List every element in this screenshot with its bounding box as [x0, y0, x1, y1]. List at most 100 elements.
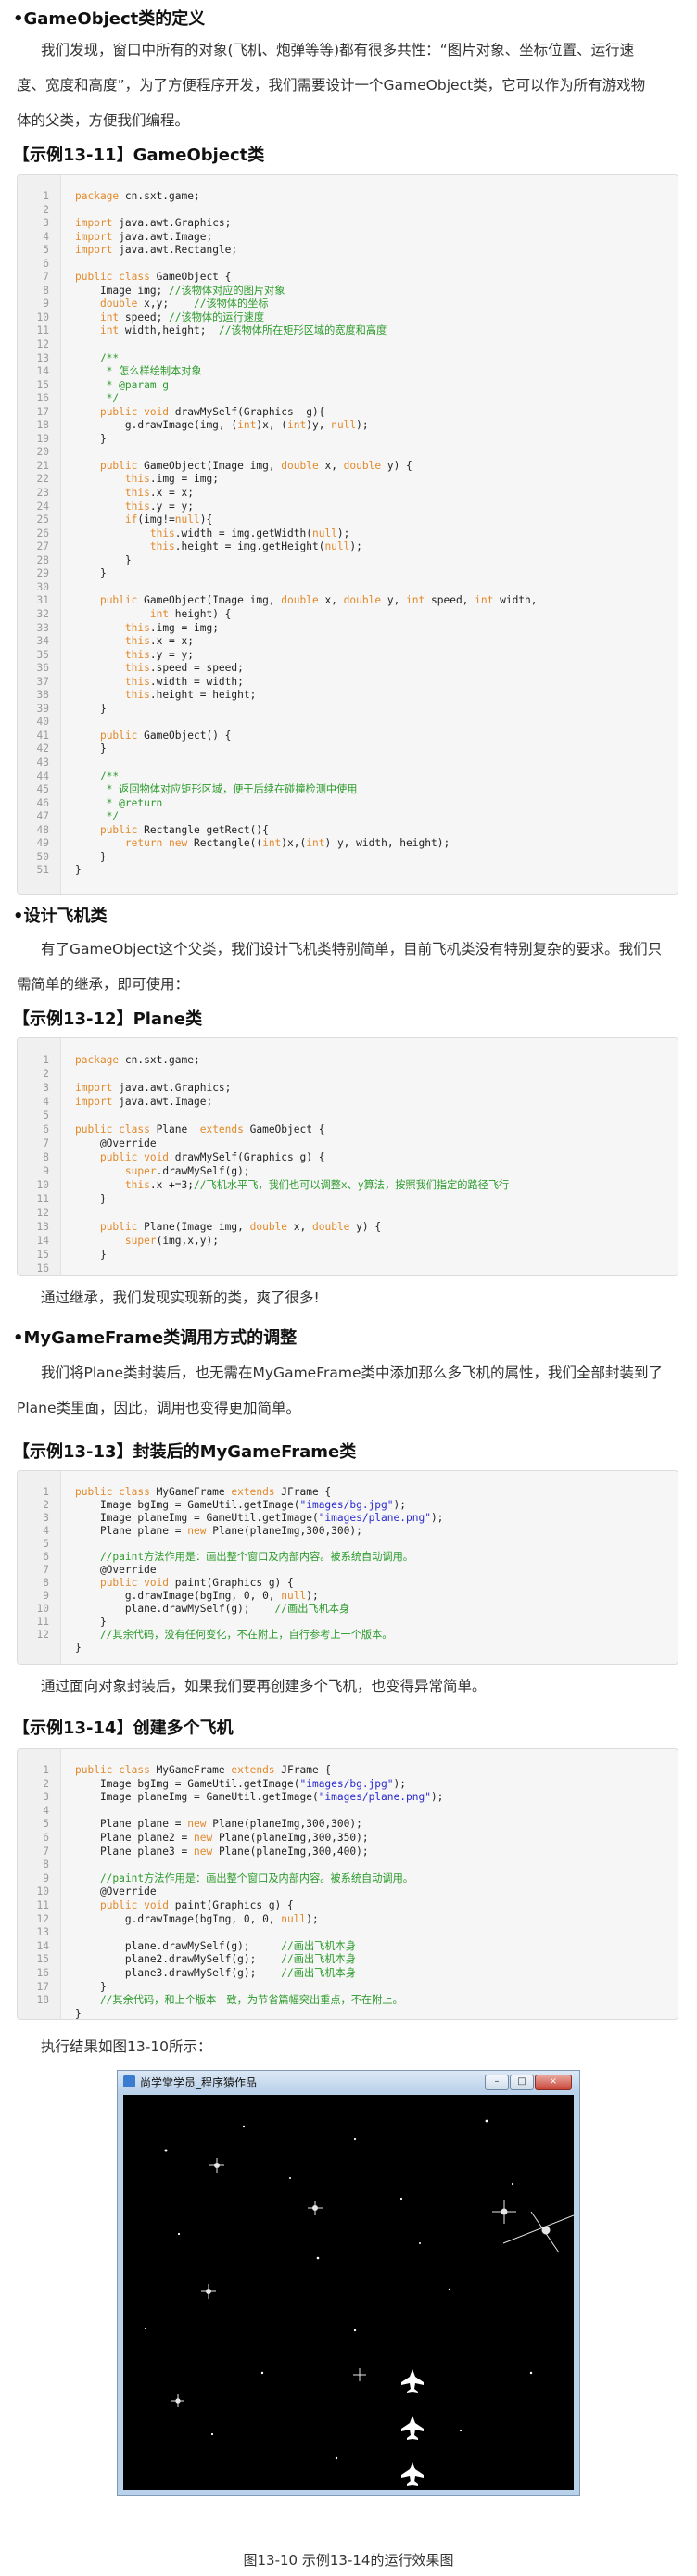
line-number: 8 — [43, 284, 49, 297]
line-number: 25 — [36, 514, 49, 527]
code-token: "images/bg.jpg" — [299, 1777, 394, 1790]
code-token: //画出飞机本身 — [274, 1603, 350, 1615]
section-paragraph-gameobject: 我们发现，窗口中所有的对象(飞机、炮弹等等)都有很多共性：“图片对象、坐标位置、… — [17, 32, 680, 138]
code-token: double — [343, 594, 382, 607]
code-line: 1 package cn.sxt.game; — [18, 1053, 666, 1067]
line-number: 10 — [36, 311, 49, 324]
code-token: if — [124, 514, 138, 527]
star — [260, 2371, 264, 2375]
paragraph-line: 执行结果如图13-10所示： — [41, 2038, 212, 2055]
line-number: 1 — [43, 1486, 49, 1498]
code-block-plane[interactable]: 1 package cn.sxt.game; 2 3 import java.awt.… — [17, 1037, 678, 1276]
close-button[interactable]: × — [535, 2075, 572, 2090]
line-number: 17 — [36, 405, 49, 418]
code-token: public void — [99, 1577, 170, 1589]
code-line: 12 //其余代码，没有任何变化，不在附上，自行参考上一个版本。 — [18, 1629, 666, 1642]
code-token: Rectangle(( — [187, 837, 263, 850]
code-token: } — [75, 567, 107, 580]
code-token: */ — [75, 392, 120, 405]
code-line: 7 @Override — [18, 1136, 666, 1150]
code-token: java.awt.Graphics; — [112, 217, 232, 230]
line-number: 45 — [36, 783, 49, 796]
line-number: 10 — [36, 1603, 49, 1615]
plane-after-text: 通过继承，我们发现实现新的类，爽了很多! — [17, 1280, 680, 1315]
example-title-13-13: 【示例13-13】封装后的MyGameFrame类 — [13, 1442, 357, 1462]
code-line: 10 @Override — [18, 1885, 666, 1899]
line-number: 5 — [43, 1110, 49, 1122]
code-token: double — [99, 298, 138, 311]
line-number: 44 — [36, 769, 49, 782]
code-token: .img = img; — [149, 473, 219, 486]
code-token: JFrame { — [274, 1486, 332, 1498]
code-token: } — [75, 850, 107, 863]
code-line: 7 Plane plane3 = new Plane(planeImg,300,… — [18, 1846, 666, 1859]
line-number: 4 — [43, 1096, 49, 1108]
code-line: 29 } — [18, 567, 666, 581]
code-line: 15 * @param g — [18, 379, 666, 393]
code-line: 28 } — [18, 554, 666, 568]
code-token: )x, ( — [256, 419, 288, 432]
code-token: GameObject { — [243, 1123, 325, 1136]
code-token: g.drawImage(bgImg, 0, 0, — [75, 1590, 282, 1602]
code-token: } — [75, 1616, 107, 1628]
star — [316, 2256, 320, 2260]
figure-caption: 图13-10 示例13-14的运行效果图 — [243, 2552, 454, 2569]
window-titlebar[interactable]: 尚学堂学员_程序猿作品 – □ × — [118, 2071, 579, 2093]
code-block-mygameframe[interactable]: 1 public class MyGameFrame extends JFrame… — [17, 1470, 678, 1665]
section-heading-mygameframe: •MyGameFrame类调用方式的调整 — [13, 1328, 298, 1348]
code-line: 38 this.height = height; — [18, 689, 666, 703]
star — [511, 2182, 514, 2186]
star — [242, 2125, 246, 2128]
code-token: java.awt.Rectangle; — [112, 244, 238, 257]
line-number: 6 — [43, 1123, 49, 1136]
code-token: "images/bg.jpg" — [299, 1499, 394, 1511]
code-token: plane2.drawMySelf(g); — [75, 1953, 282, 1966]
code-token: extends — [231, 1486, 275, 1498]
code-token: } — [75, 864, 82, 877]
code-line: 14 * 怎么样绘制本对象 — [18, 365, 666, 379]
code-token: } — [75, 1642, 82, 1654]
code-token: GameObject { — [149, 271, 232, 284]
code-token: package — [75, 1054, 120, 1066]
code-token: import — [75, 1082, 113, 1094]
code-block-gameobject[interactable]: 1 package cn.sxt.game; 2 3 import java.awt.… — [17, 174, 678, 895]
code-token: .x = x; — [149, 487, 194, 500]
code-token: extends — [231, 1764, 275, 1776]
star — [177, 2232, 181, 2236]
code-line: 11 } — [18, 1192, 666, 1206]
code-token: .x +=3; — [149, 1179, 194, 1191]
paragraph-line: 体的父类，方便我们编程。 — [17, 112, 190, 129]
section-heading-plane: •设计飞机类 — [13, 907, 108, 926]
code-line: 4 Plane plane = new Plane(planeImg,300,3… — [18, 1525, 666, 1538]
game-canvas — [123, 2095, 574, 2490]
code-token: this — [124, 473, 150, 486]
code-token: double — [249, 1221, 288, 1233]
code-token: int — [237, 419, 257, 432]
line-number: 8 — [43, 1859, 49, 1872]
code-line: 5 import java.awt.Rectangle; — [18, 244, 666, 258]
code-token: width, — [493, 594, 538, 607]
maximize-button[interactable]: □ — [510, 2075, 534, 2090]
code-block-multiple-planes[interactable]: 1 public class MyGameFrame extends JFrame… — [17, 1748, 678, 2020]
code-line: 14 plane.drawMySelf(g); //画出飞机本身 — [18, 1940, 666, 1954]
code-token: java.awt.Image; — [112, 1096, 213, 1108]
star — [353, 2138, 357, 2141]
code-line: 7 public class GameObject { — [18, 271, 666, 285]
section-paragraph-mygameframe: 我们将Plane类封装后，也无需在MyGameFrame类中添加那么多飞机的属性… — [17, 1355, 680, 1426]
code-line: 14 super(img,x,y); — [18, 1234, 666, 1248]
line-number: 35 — [36, 648, 49, 661]
line-number: 7 — [43, 1564, 49, 1576]
minimize-button[interactable]: – — [485, 2075, 509, 2090]
paragraph-line: 通过面向对象封装后，如果我们要再创建多个飞机，也变得异常简单。 — [41, 1678, 487, 1694]
code-token: Plane(planeImg,300,350); — [212, 1831, 369, 1844]
line-number: 34 — [36, 635, 49, 648]
